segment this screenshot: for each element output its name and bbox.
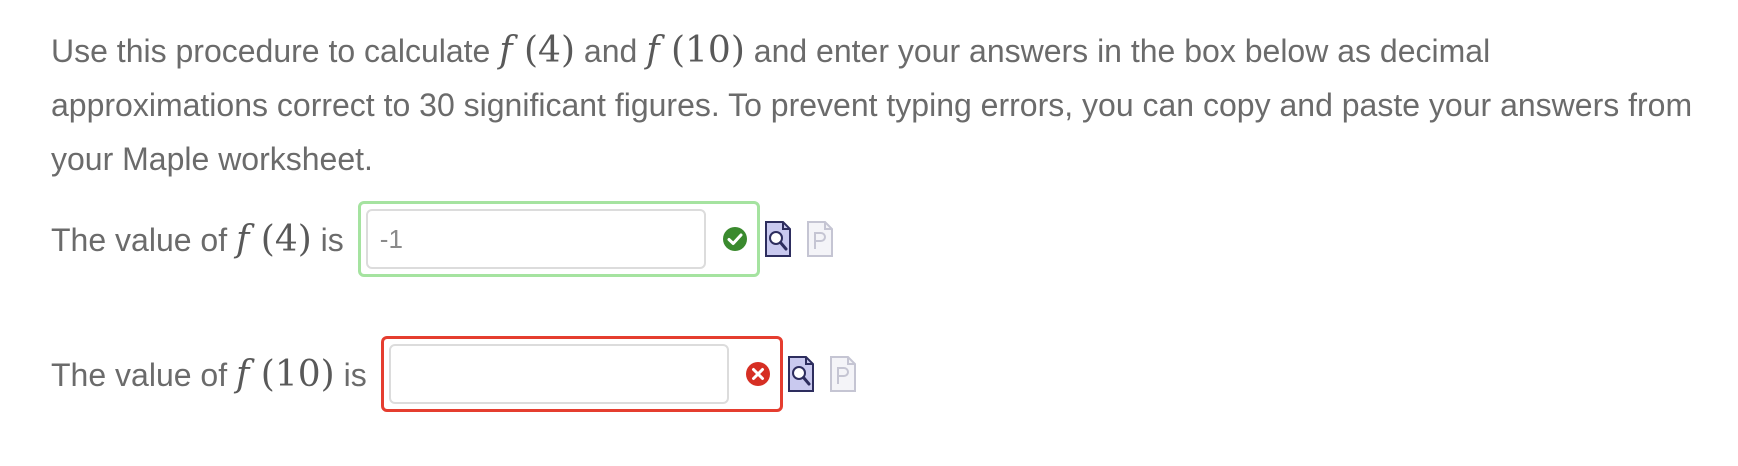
math-f-of-4: f (4) xyxy=(499,30,576,71)
instructions-text-1: Use this procedure to calculate xyxy=(51,33,500,69)
answer-frame-f4-correct xyxy=(357,201,760,277)
answer-frame-f10-incorrect xyxy=(380,336,783,412)
answer-prompt-f10: The value of f (10) is xyxy=(51,353,367,395)
math-f-of-10: f (10) xyxy=(646,30,745,71)
answer-input-f10[interactable] xyxy=(388,344,729,404)
check-circle-icon xyxy=(722,227,747,251)
answer-input-f4[interactable] xyxy=(365,209,706,269)
question-instructions: Use this procedure to calculate f (4) an… xyxy=(51,24,1701,186)
instructions-text-2: and xyxy=(575,33,647,69)
preview-magnifier-icon[interactable] xyxy=(787,356,815,392)
answer-row-f10: The value of f (10) is xyxy=(51,336,857,412)
answer-row-f4: The value of f (4) is xyxy=(51,201,834,277)
plot-page-icon[interactable] xyxy=(806,221,834,257)
answer-prompt-f4: The value of f (4) is xyxy=(51,218,344,260)
plot-page-icon[interactable] xyxy=(829,356,857,392)
preview-magnifier-icon[interactable] xyxy=(764,221,792,257)
x-circle-icon xyxy=(745,362,770,386)
